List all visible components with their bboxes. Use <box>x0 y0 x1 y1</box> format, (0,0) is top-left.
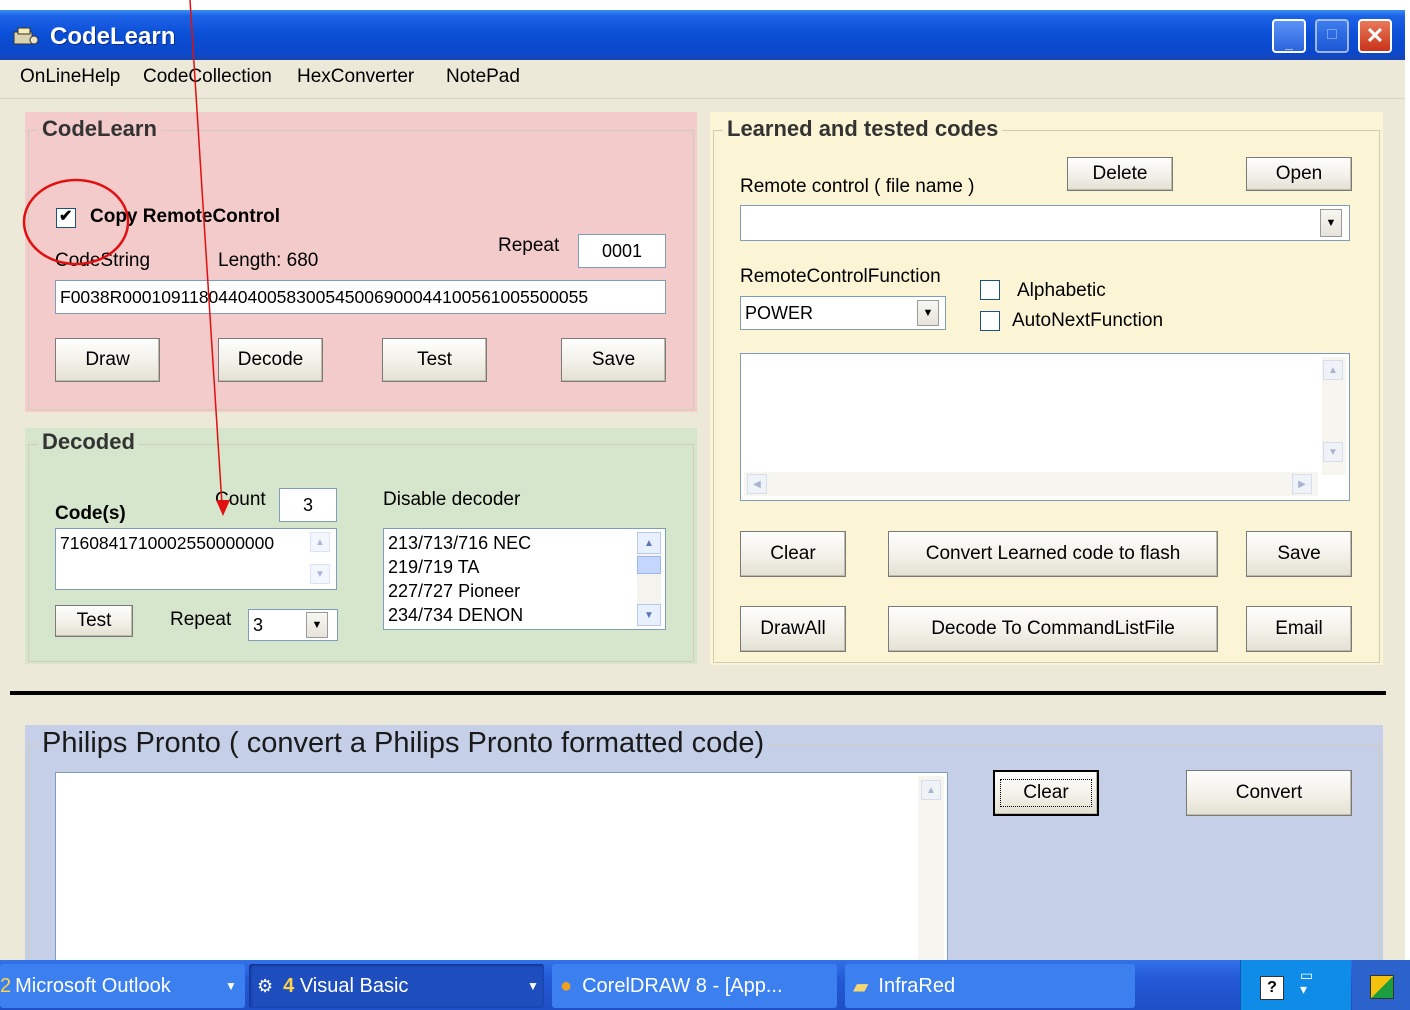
app-tray-icon[interactable] <box>1370 975 1394 999</box>
annotation-arrow-line <box>189 0 223 506</box>
annotation-circle <box>22 178 130 266</box>
outlook-label: Microsoft Outlook <box>15 974 171 997</box>
taskbar-item-coreldraw[interactable]: ● CorelDRAW 8 - [App... <box>552 964 837 1008</box>
restore-icon[interactable]: ▭ ▾ <box>1300 968 1313 996</box>
infrared-label: InfraRed <box>878 974 956 997</box>
chevron-down-icon: ▼ <box>225 979 237 993</box>
coreldraw-label: CorelDRAW 8 - [App... <box>582 974 783 997</box>
folder-icon: ▰ <box>853 975 869 998</box>
visual-basic-label: 4 Visual Basic <box>283 974 409 997</box>
coreldraw-icon: ● <box>560 974 573 997</box>
help-icon[interactable]: ? <box>1260 976 1284 1000</box>
visual-basic-icon: ⚙ <box>257 975 274 996</box>
taskbar-item-outlook[interactable]: 2 Microsoft Outlook ▼ <box>0 964 245 1008</box>
system-tray <box>1240 960 1351 1010</box>
chevron-down-icon: ▼ <box>527 979 539 993</box>
outlook-count: 2 <box>0 974 12 997</box>
annotation-arrow-head <box>216 500 230 516</box>
taskbar-item-visual-basic[interactable]: ⚙ 4 Visual Basic ▼ <box>249 964 544 1008</box>
taskbar-item-infrared[interactable]: ▰ InfraRed <box>845 964 1135 1008</box>
annotation-overlay <box>22 0 230 516</box>
